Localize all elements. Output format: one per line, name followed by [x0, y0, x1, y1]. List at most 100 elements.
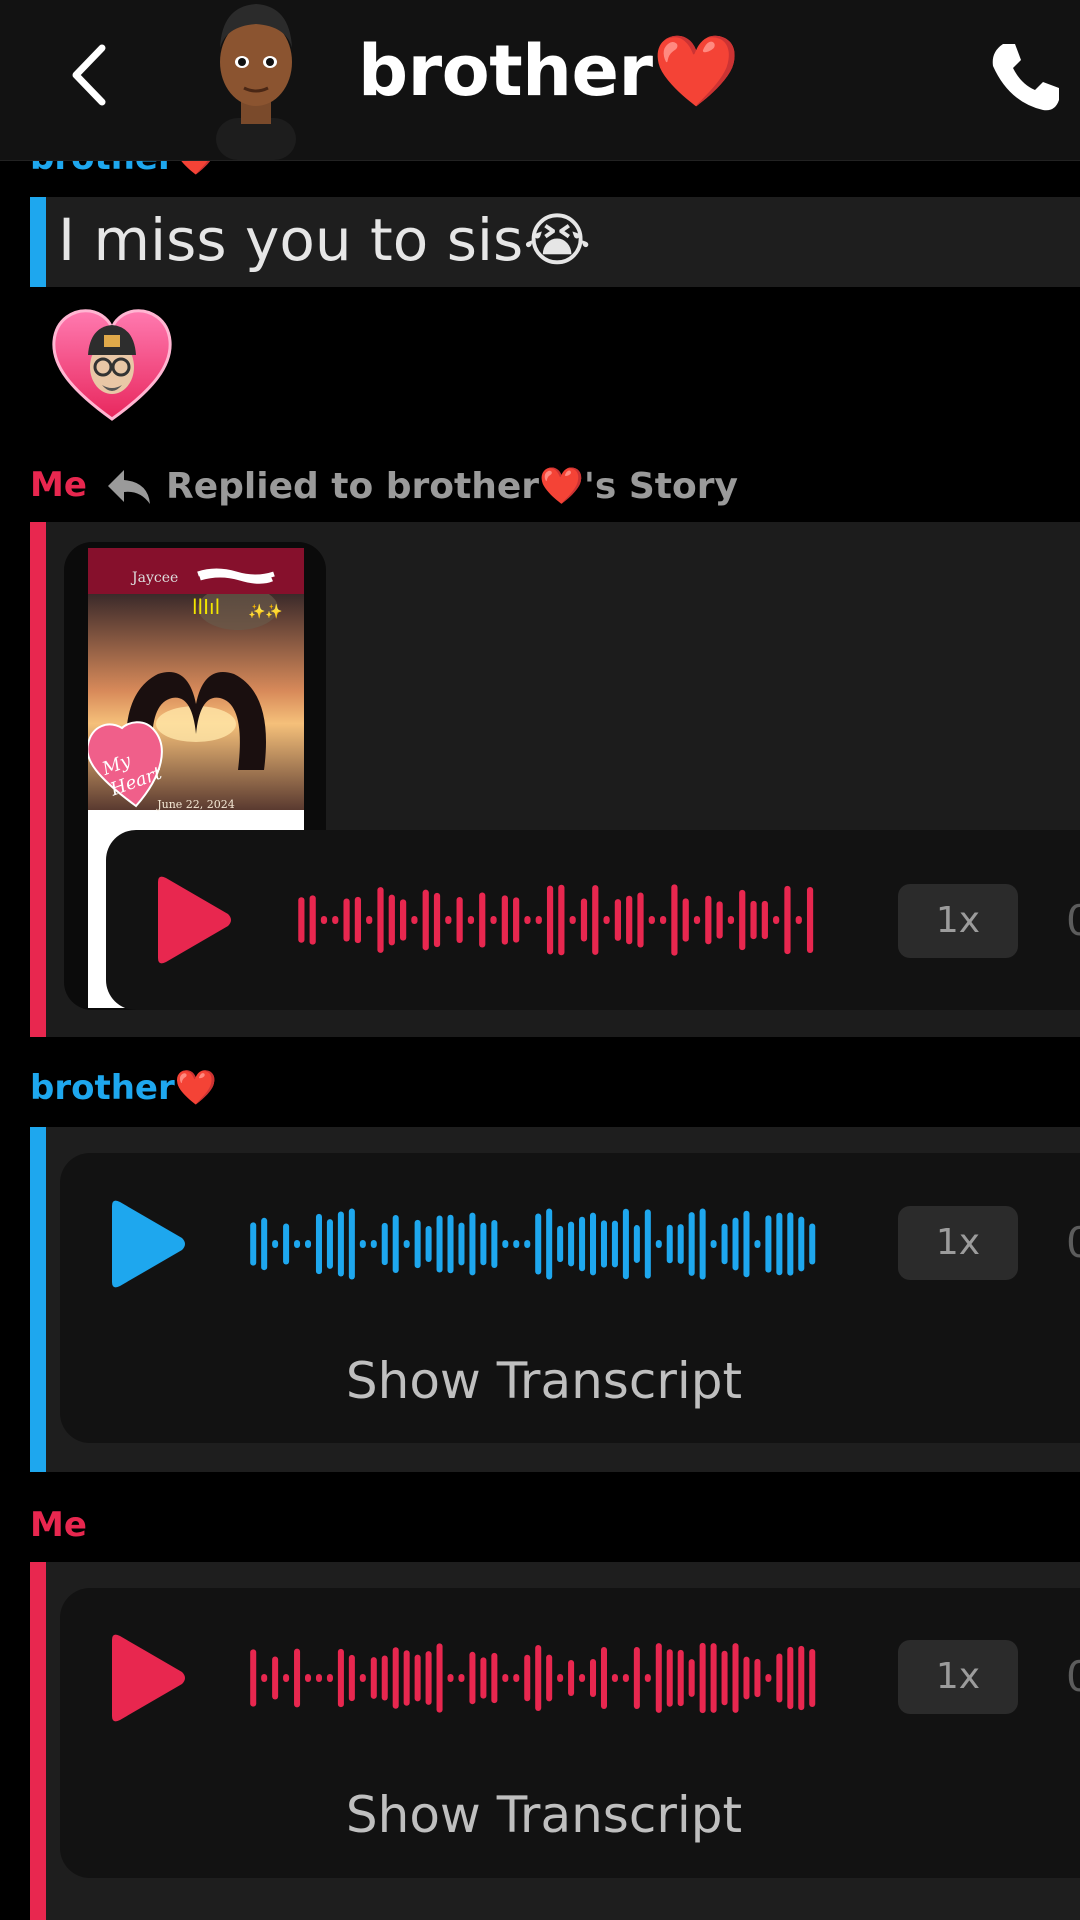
waveform-bar [666, 1224, 673, 1264]
sender-name: Me [30, 1505, 87, 1545]
waveform-bar [400, 899, 407, 941]
waveform-bar [283, 1223, 290, 1265]
waveform-bar [524, 1654, 531, 1702]
waveform-bar [366, 916, 373, 924]
waveform-bar [524, 1240, 531, 1248]
waveform-bar [611, 1220, 618, 1268]
waveform-bar [750, 900, 757, 940]
phone-icon[interactable] [985, 36, 1065, 116]
show-transcript-button[interactable]: Show Transcript [134, 1352, 954, 1410]
waveform-bar [579, 1674, 586, 1682]
waveform-bar [403, 1650, 410, 1706]
reply-arrow-icon [108, 470, 150, 504]
waveform-bar [809, 1223, 816, 1265]
waveform[interactable] [248, 1638, 818, 1718]
waveform-bar [622, 1674, 629, 1682]
waveform[interactable] [296, 880, 816, 960]
waveform-bar [294, 1240, 301, 1248]
redaction-scribble [197, 568, 275, 584]
waveform-bar [580, 898, 588, 942]
waveform-bar [294, 1648, 301, 1708]
waveform-bar [798, 1216, 805, 1272]
message-text: I miss you to sis😭 [58, 206, 592, 274]
play-icon[interactable] [102, 1632, 188, 1724]
waveform-bar [315, 1213, 322, 1275]
waveform-bar [600, 1220, 607, 1268]
story-date: June 22, 2024 [157, 798, 235, 811]
waveform-bar [603, 916, 610, 924]
waveform-bar [298, 897, 305, 943]
waveform-bar [414, 1219, 421, 1269]
waveform-bar [513, 897, 520, 943]
waveform-bar [250, 1222, 257, 1266]
waveform-bar [425, 1651, 432, 1705]
waveform-bar [422, 889, 429, 951]
waveform-bar [332, 916, 339, 924]
waveform-bar [411, 916, 418, 924]
waveform-bar [250, 1649, 257, 1707]
waveform-bar [535, 1213, 542, 1275]
story-profile-name: Jaycee [132, 570, 179, 586]
waveform-bar [590, 1658, 597, 1698]
play-icon[interactable] [148, 874, 234, 966]
reply-label: Replied to brother❤️'s Story [166, 466, 738, 507]
waveform-bar [381, 1222, 388, 1266]
svg-text:✨✨: ✨✨ [248, 603, 283, 620]
playback-speed-button[interactable]: 1x [898, 884, 1018, 958]
waveform-bar [392, 1647, 399, 1709]
waveform-bar [592, 885, 599, 955]
waveform-bar [633, 1225, 640, 1263]
waveform-bar [677, 1649, 684, 1707]
waveform-bar [600, 1646, 607, 1710]
waveform-bar [272, 1240, 279, 1248]
waveform-bar [283, 1674, 290, 1682]
waveform-bar [688, 1212, 695, 1276]
friend-accent-bar [30, 197, 46, 287]
waveform-bar [359, 1240, 366, 1248]
waveform-bar [337, 1211, 344, 1277]
waveform-bar [458, 1674, 465, 1682]
chat-title[interactable]: brother❤️ [358, 30, 740, 113]
waveform-bar [458, 1222, 465, 1266]
waveform-bar [388, 894, 395, 946]
waveform-bar [644, 1674, 651, 1682]
waveform-bar [754, 1658, 761, 1698]
show-transcript-button[interactable]: Show Transcript [134, 1786, 954, 1844]
waveform-bar [392, 1214, 399, 1274]
waveform-bar [377, 887, 384, 953]
waveform-bar [655, 1240, 662, 1248]
bitmoji-avatar[interactable] [196, 0, 316, 160]
waveform-bar [370, 1657, 377, 1699]
waveform-bar [590, 1212, 597, 1276]
waveform-bar [693, 916, 701, 924]
waveform-bar [699, 1208, 706, 1280]
waveform-bar [513, 1240, 520, 1248]
waveform-bar [743, 1656, 750, 1700]
waveform-bar [535, 916, 542, 924]
waveform-bar [743, 1210, 750, 1278]
bitmoji-heart-sticker[interactable] [50, 305, 175, 425]
waveform-bar [721, 1650, 728, 1706]
waveform-bar [447, 1674, 454, 1682]
waveform-bar [348, 1654, 355, 1702]
waveform-bar [326, 1674, 333, 1682]
waveform-bar [611, 1674, 618, 1682]
me-accent-bar [30, 522, 46, 1037]
playback-speed-button[interactable]: 1x [898, 1640, 1018, 1714]
waveform-bar [568, 1221, 575, 1267]
waveform-bar [710, 1240, 717, 1248]
waveform-bar [546, 1208, 553, 1280]
play-icon[interactable] [102, 1198, 188, 1290]
waveform-bar [716, 901, 723, 939]
waveform-bar [710, 1643, 717, 1713]
waveform-bar [671, 884, 678, 956]
waveform-bar [469, 1212, 476, 1276]
waveform-bar [546, 885, 554, 955]
duration-label: 0 [1066, 1218, 1080, 1267]
waveform-bar [682, 898, 689, 942]
waveform-bar [809, 1649, 816, 1707]
waveform-bar [305, 1240, 312, 1248]
playback-speed-button[interactable]: 1x [898, 1206, 1018, 1280]
chevron-left-icon[interactable] [62, 40, 122, 110]
waveform[interactable] [248, 1204, 818, 1284]
